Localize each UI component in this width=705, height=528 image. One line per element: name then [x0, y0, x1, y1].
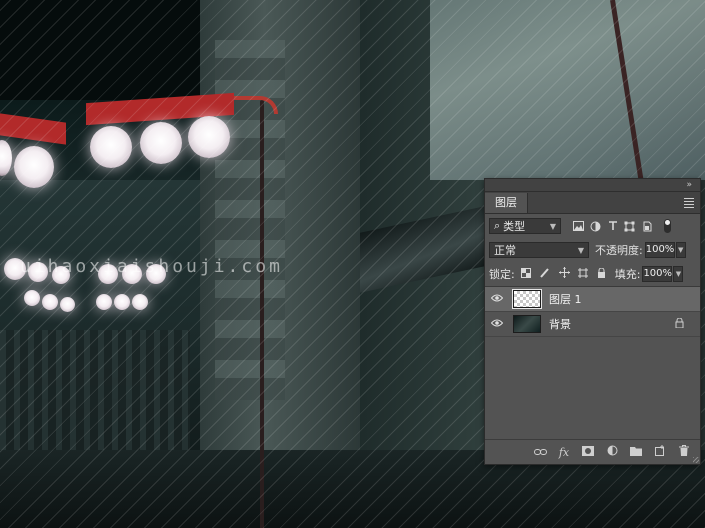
lock-image-pixels-icon[interactable]	[539, 267, 550, 281]
type-filter-icon[interactable]	[607, 221, 618, 232]
opacity-input[interactable]: 100%	[644, 242, 675, 258]
layer-name[interactable]: 背景	[549, 316, 571, 332]
lantern	[0, 140, 12, 176]
layer-style-fx-icon[interactable]: fx	[558, 446, 570, 459]
filter-kind-select[interactable]: ⌕ 类型 ▼	[489, 218, 561, 234]
layer-thumbnail-transparent[interactable]	[512, 289, 542, 309]
visibility-eye-icon[interactable]	[485, 319, 509, 330]
image-filter-icon[interactable]	[573, 221, 584, 232]
delete-layer-trash-icon[interactable]	[678, 445, 690, 459]
lock-fill-row: 锁定: 填充: 100% ▼	[485, 262, 700, 287]
lantern	[96, 294, 112, 310]
layers-list: 图层 1 背景	[485, 287, 700, 337]
add-mask-icon[interactable]	[582, 445, 594, 459]
watermark: uihaoxiaishouji.com	[20, 256, 283, 277]
lantern	[132, 294, 148, 310]
panel-bottom-bar: fx	[485, 439, 700, 464]
layer-row-background[interactable]: 背景	[485, 312, 700, 337]
new-layer-icon[interactable]	[654, 445, 666, 459]
filter-icons	[573, 219, 671, 233]
fill-label: 填充:	[614, 268, 641, 281]
filter-toggle-switch[interactable]	[664, 219, 671, 233]
layers-panel: » 图层 ⌕ 类型 ▼ 正常 ▼ 不透明度: 100% ▼ 锁定: 填充: 10…	[484, 178, 701, 465]
lantern	[14, 146, 54, 188]
lock-artboard-icon[interactable]	[577, 267, 588, 281]
opacity-label: 不透明度:	[595, 244, 643, 257]
lantern	[90, 126, 132, 168]
panel-resize-grip[interactable]	[693, 457, 699, 463]
fill-input[interactable]: 100%	[642, 266, 673, 282]
link-layers-icon[interactable]	[534, 446, 547, 459]
layer-name[interactable]: 图层 1	[549, 291, 582, 307]
collapse-panel-icon[interactable]: »	[686, 180, 692, 190]
street-lamp-pole	[260, 100, 264, 528]
visibility-eye-icon[interactable]	[485, 294, 509, 305]
lock-icons	[520, 267, 607, 281]
blend-mode-select[interactable]: 正常 ▼	[489, 242, 589, 258]
layer-thumbnail-photo[interactable]	[513, 315, 541, 333]
lock-all-icon[interactable]	[597, 267, 607, 281]
panel-menu-icon[interactable]	[684, 196, 694, 210]
fill-dropdown-icon[interactable]: ▼	[673, 266, 684, 282]
lock-label: 锁定:	[489, 268, 515, 281]
lantern	[24, 290, 40, 306]
search-icon: ⌕	[494, 219, 501, 232]
chevron-down-icon: ▼	[549, 221, 556, 231]
adjustment-filter-icon[interactable]	[590, 221, 601, 232]
lantern	[188, 116, 230, 158]
lock-position-icon[interactable]	[558, 267, 570, 281]
opacity-dropdown-icon[interactable]: ▼	[675, 242, 686, 258]
lock-transparent-pixels-icon[interactable]	[520, 267, 531, 281]
tab-layers[interactable]: 图层	[485, 193, 528, 213]
lantern	[42, 294, 58, 310]
new-adjustment-layer-icon[interactable]	[606, 445, 618, 459]
chevron-down-icon: ▼	[577, 245, 584, 255]
right-building-facade	[430, 0, 705, 180]
panel-tab-row: 图层	[485, 192, 700, 214]
red-banner	[0, 113, 66, 145]
panel-title-bar: »	[485, 179, 700, 192]
smart-object-filter-icon[interactable]	[641, 221, 652, 232]
layer-lock-icon[interactable]	[675, 317, 684, 331]
lantern	[140, 122, 182, 164]
blend-mode-value: 正常	[494, 244, 516, 257]
blend-opacity-row: 正常 ▼ 不透明度: 100% ▼	[485, 238, 700, 262]
filter-kind-label: 类型	[503, 220, 526, 233]
left-storefront	[0, 330, 190, 450]
layer-row-layer1[interactable]: 图层 1	[485, 287, 700, 312]
shape-filter-icon[interactable]	[624, 221, 635, 232]
layer-filter-row: ⌕ 类型 ▼	[485, 214, 700, 238]
lantern	[60, 297, 75, 312]
lantern	[114, 294, 130, 310]
new-group-folder-icon[interactable]	[630, 446, 642, 459]
